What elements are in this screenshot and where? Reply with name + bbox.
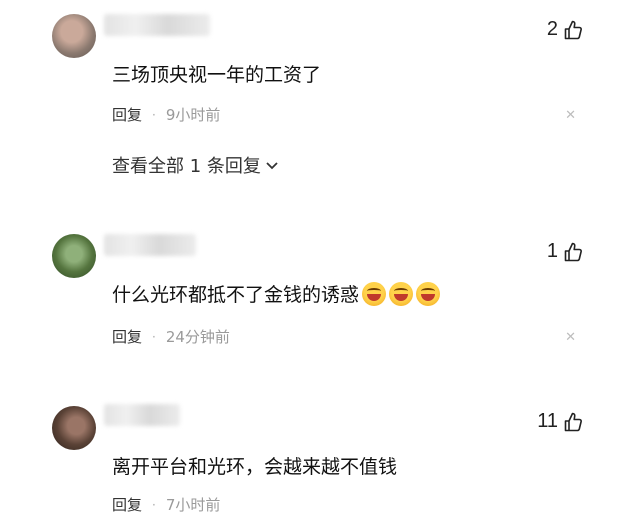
username-blurred[interactable] [104,14,210,36]
view-replies-label: 查看全部 1 条回复 [112,156,261,177]
reply-button[interactable]: 回复 [112,326,142,347]
like-button[interactable]: 11 [537,410,582,433]
separator-dot: · [152,497,156,512]
username-blurred[interactable] [104,404,180,426]
user-avatar[interactable] [52,234,96,278]
grin-squint-emoji [362,281,387,306]
like-count: 1 [546,240,558,262]
comment-time: 7小时前 [165,496,221,514]
separator-dot: · [152,107,156,122]
username-blurred[interactable] [104,234,196,256]
like-count: 11 [537,410,558,432]
separator-dot: · [152,329,156,344]
close-icon[interactable]: ✕ [565,330,576,345]
comment-meta: 回复 · 24分钟前 [112,326,230,347]
thumb-up-outline-icon [564,412,582,432]
thumb-up-outline-icon [564,242,582,262]
reply-button[interactable]: 回复 [112,104,142,125]
comment-text: 三场顶央视一年的工资了 [112,64,322,86]
like-count: 2 [546,18,558,40]
grin-squint-emoji [416,281,441,306]
comment-time: 9小时前 [165,106,221,124]
like-button[interactable]: 1 [547,240,582,263]
reply-button[interactable]: 回复 [112,494,142,515]
comment-text: 离开平台和光环，会越来越不值钱 [112,456,398,478]
thumb-up-outline-icon [564,20,582,40]
comment-time: 24分钟前 [165,328,230,346]
comment-text-row: 什么光环都抵不了金钱的诱惑 [112,280,441,307]
close-icon[interactable]: ✕ [565,108,576,123]
comment-meta: 回复 · 9小时前 [112,104,220,125]
like-button[interactable]: 2 [547,18,582,41]
comment-text: 什么光环都抵不了金钱的诱惑 [112,284,360,306]
grin-squint-emoji [389,281,414,306]
view-replies-link[interactable]: 查看全部 1 条回复 [112,152,279,178]
user-avatar[interactable] [52,406,96,450]
chevron-down-icon [265,155,279,176]
comment-meta: 回复 · 7小时前 [112,494,220,515]
user-avatar[interactable] [52,14,96,58]
